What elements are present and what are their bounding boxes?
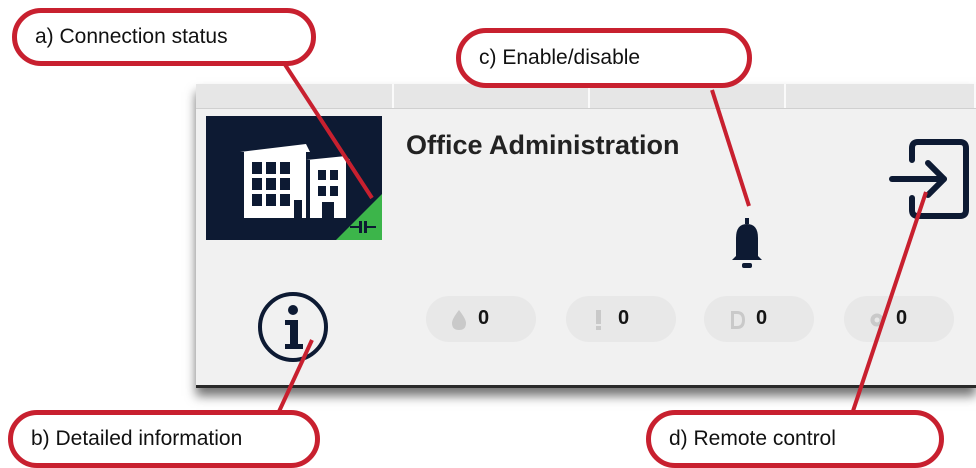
counter-value: 0 xyxy=(618,307,630,329)
info-button[interactable] xyxy=(256,290,330,364)
site-building-icon[interactable] xyxy=(206,116,382,240)
counter-value: 0 xyxy=(478,307,490,329)
counter-fire[interactable]: 0 xyxy=(426,296,536,342)
gear-icon xyxy=(870,313,884,327)
counter-technical[interactable]: 0 xyxy=(844,296,954,342)
callout-enable-disable: c) Enable/disable xyxy=(456,28,752,88)
callout-remote-control: d) Remote control xyxy=(646,410,944,468)
site-title: Office Administration xyxy=(406,130,680,160)
exclamation-icon xyxy=(596,310,601,330)
site-card: Office Administration 0 0 0 0 xyxy=(196,84,976,388)
alarm-counters: 0 0 0 0 xyxy=(426,296,966,342)
counter-disabled[interactable]: 0 xyxy=(704,296,814,342)
remote-control-button[interactable] xyxy=(888,138,970,220)
callout-detailed-information: b) Detailed information xyxy=(8,410,320,468)
bell-icon[interactable] xyxy=(730,218,764,270)
droplet-icon xyxy=(452,310,466,330)
counter-value: 0 xyxy=(756,307,768,329)
plug-icon xyxy=(350,221,376,233)
counter-fault[interactable]: 0 xyxy=(566,296,676,342)
counter-value: 0 xyxy=(896,307,908,329)
d-icon xyxy=(731,311,745,329)
card-bottom-border xyxy=(196,385,976,388)
callout-connection-status: a) Connection status xyxy=(12,8,316,66)
